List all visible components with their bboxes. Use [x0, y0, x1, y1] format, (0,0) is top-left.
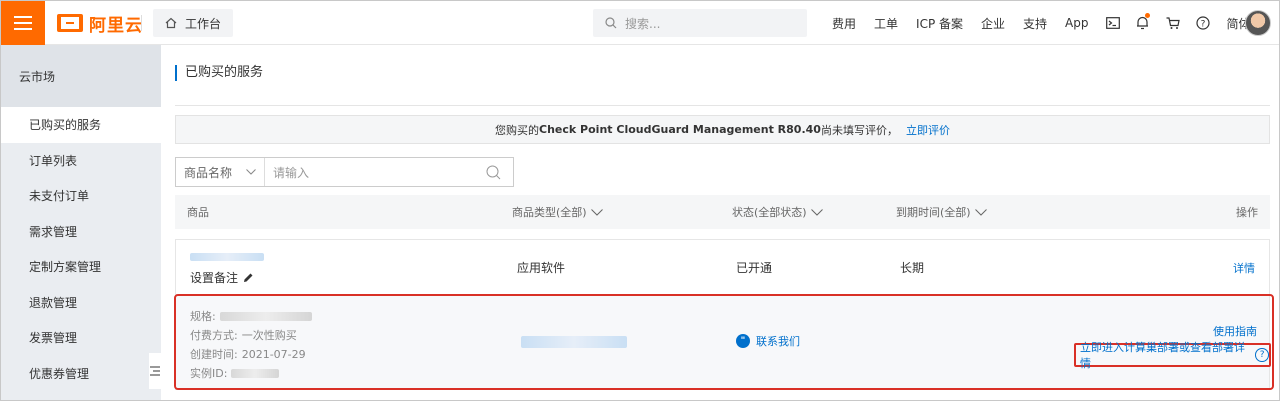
product-expire: 长期	[900, 261, 925, 275]
notice-product: Check Point CloudGuard Management R80.40	[539, 123, 821, 136]
filter-select-label: 商品名称	[184, 165, 233, 180]
sidebar-item-invoices[interactable]: 发票管理	[1, 320, 161, 356]
workbench-label: 工作台	[185, 16, 222, 31]
detail-link[interactable]: 详情	[1233, 240, 1255, 295]
column-status-label: 状态(全部状态)	[732, 206, 807, 219]
product-type: 应用软件	[517, 261, 566, 275]
sidebar-section-title: 云市场	[1, 45, 161, 107]
payment-value: 一次性购买	[241, 329, 297, 342]
payment-line: 付费方式: 一次性购买	[190, 327, 297, 343]
usage-guide-link[interactable]: 使用指南	[1213, 323, 1257, 339]
deploy-link-label: 立即进入计算巢部署或查看部署详情	[1080, 341, 1245, 370]
nav-enterprise[interactable]: 企业	[972, 1, 1014, 45]
nav-icp[interactable]: ICP 备案	[907, 1, 972, 45]
instance-id-line: 实例ID:	[190, 365, 280, 381]
instance-id-label: 实例ID:	[190, 367, 228, 380]
chevron-down-icon	[810, 208, 823, 216]
search-placeholder: 搜索...	[625, 16, 661, 31]
workbench-button[interactable]: 工作台	[153, 9, 234, 37]
nav-support[interactable]: 支持	[1014, 1, 1056, 45]
instance-id-redacted	[231, 368, 280, 378]
main-content: 已购买的服务 您购买的 Check Point CloudGuard Manag…	[161, 45, 1279, 400]
sidebar-item-purchased-services[interactable]: 已购买的服务	[1, 107, 161, 143]
sidebar-item-orders[interactable]: 订单列表	[1, 143, 161, 179]
sidebar-item-coupons[interactable]: 优惠券管理	[1, 356, 161, 392]
table-header: 商品 商品类型(全部) 状态(全部状态) 到期时间(全部) 操作	[175, 195, 1270, 229]
set-remark-label: 设置备注	[190, 270, 239, 285]
column-type-label: 商品类型(全部)	[512, 206, 587, 219]
divider	[141, 15, 142, 31]
column-status[interactable]: 状态(全部状态)	[732, 195, 823, 229]
hamburger-menu-icon[interactable]	[1, 1, 45, 45]
chevron-down-icon	[590, 208, 603, 216]
nav-ticket[interactable]: 工单	[865, 1, 907, 45]
nav-billing[interactable]: 费用	[823, 1, 865, 45]
spec-label: 规格:	[190, 310, 216, 323]
filter-search-icon[interactable]	[473, 165, 513, 180]
search-filter: 商品名称 请输入	[175, 157, 514, 187]
instance-detail-panel: 规格: 付费方式: 一次性购买 创建时间: 2021-07-29 实例ID: "…	[175, 294, 1271, 390]
payment-label: 付费方式:	[190, 329, 238, 342]
sidebar-item-requirements[interactable]: 需求管理	[1, 214, 161, 250]
nav-app[interactable]: App	[1056, 1, 1097, 45]
filter-text-input[interactable]: 请输入	[265, 158, 473, 186]
created-line: 创建时间: 2021-07-29	[190, 346, 306, 362]
spec-value-redacted	[219, 311, 312, 321]
svg-text:?: ?	[1200, 20, 1205, 30]
terminal-icon[interactable]	[1098, 1, 1128, 45]
app-window: 阿里云 工作台 搜索... 费用 工单 ICP 备案 企业 支持 App ? 简…	[0, 0, 1280, 401]
question-circle-icon[interactable]: ?	[1255, 348, 1269, 362]
contact-us-link[interactable]: " 联系我们	[736, 333, 800, 349]
compute-nest-deploy-link[interactable]: 立即进入计算巢部署或查看部署详情 ?	[1074, 341, 1271, 370]
column-action: 操作	[1236, 206, 1258, 219]
home-icon	[165, 17, 177, 29]
product-type-redacted	[521, 336, 627, 348]
notice-suffix: 尚未填写评价，	[820, 123, 898, 137]
created-label: 创建时间:	[190, 348, 238, 361]
top-navigation-bar: 阿里云 工作台 搜索... 费用 工单 ICP 备案 企业 支持 App ? 简…	[1, 1, 1279, 45]
help-icon[interactable]: ?	[1188, 1, 1218, 45]
edit-pencil-icon	[244, 273, 253, 282]
collapse-icon	[150, 366, 160, 376]
notification-dot	[1144, 13, 1150, 18]
sidebar-item-custom-solutions[interactable]: 定制方案管理	[1, 249, 161, 285]
bell-icon[interactable]	[1128, 1, 1158, 45]
table-row: 设置备注 应用软件 已开通 长期 详情	[175, 239, 1270, 294]
product-status: 已开通	[736, 261, 773, 275]
column-expire[interactable]: 到期时间(全部)	[896, 195, 987, 229]
filter-field-select[interactable]: 商品名称	[176, 158, 265, 186]
sidebar-collapse-handle[interactable]	[149, 353, 161, 389]
notice-prefix: 您购买的	[495, 123, 540, 137]
title-divider	[175, 105, 1270, 106]
chevron-down-icon	[246, 169, 256, 175]
top-nav-links: 费用 工单 ICP 备案 企业 支持 App ? 简体	[823, 1, 1260, 45]
contact-us-label: 联系我们	[756, 335, 800, 348]
column-expire-label: 到期时间(全部)	[896, 206, 971, 219]
sidebar-item-unpaid-orders[interactable]: 未支付订单	[1, 178, 161, 214]
sidebar-item-refunds[interactable]: 退款管理	[1, 285, 161, 321]
set-remark-button[interactable]: 设置备注	[190, 268, 254, 286]
aliyun-logo-mark	[57, 14, 83, 32]
page-title: 已购买的服务	[175, 65, 263, 81]
column-type[interactable]: 商品类型(全部)	[512, 195, 603, 229]
sidebar: 云市场 已购买的服务 订单列表 未支付订单 需求管理 定制方案管理 退款管理 发…	[1, 45, 161, 400]
aliyun-logo[interactable]: 阿里云	[57, 11, 143, 36]
review-now-link[interactable]: 立即评价	[906, 122, 950, 138]
cart-icon[interactable]	[1158, 1, 1188, 45]
chevron-down-icon	[974, 208, 987, 216]
product-name-redacted[interactable]	[190, 252, 264, 262]
logo-text: 阿里云	[89, 15, 143, 36]
user-avatar[interactable]	[1245, 10, 1271, 36]
created-value: 2021-07-29	[241, 347, 306, 361]
search-input[interactable]: 搜索...	[593, 9, 807, 37]
search-icon	[605, 17, 617, 29]
review-notice: 您购买的 Check Point CloudGuard Management R…	[175, 115, 1270, 144]
spec-line: 规格:	[190, 308, 312, 324]
filter-input-placeholder: 请输入	[273, 165, 310, 180]
column-product: 商品	[187, 206, 209, 219]
chat-bubble-icon: "	[736, 334, 750, 348]
